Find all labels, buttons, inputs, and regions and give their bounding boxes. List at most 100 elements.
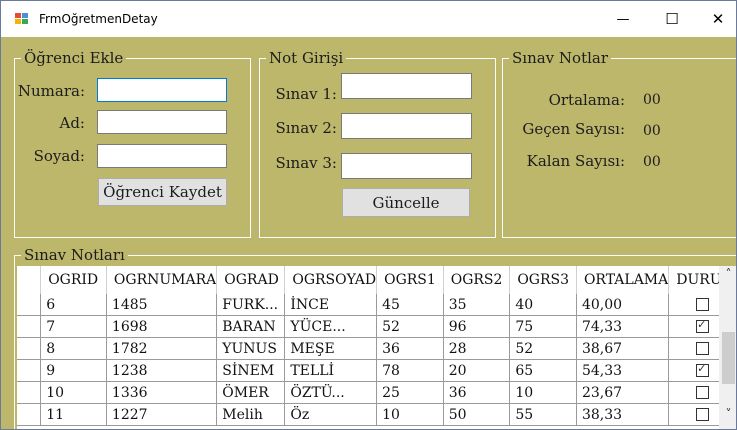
- durum-checkbox[interactable]: [696, 362, 710, 377]
- cell-ortalama[interactable]: 40,00: [576, 294, 670, 316]
- table-row[interactable]: 7 1698 BARAN YÜCE... 52 96 75 74,33: [17, 315, 736, 338]
- cell-ogrsoyad[interactable]: YÜCE...: [284, 315, 378, 338]
- numara-label: Numara:: [17, 82, 85, 100]
- cell-ogrs2[interactable]: 96: [443, 315, 511, 338]
- durum-checkbox[interactable]: [696, 386, 710, 399]
- vertical-scrollbar[interactable]: ˄ ˅: [719, 266, 736, 429]
- column-header-ogrnumara[interactable]: OGRNUMARA: [106, 266, 218, 294]
- row-header-cell[interactable]: [17, 337, 42, 360]
- cell-ogrs1[interactable]: 36: [376, 337, 444, 360]
- minimize-icon[interactable]: —: [600, 1, 646, 37]
- cell-ogrid[interactable]: 10: [40, 381, 107, 404]
- sinav3-input[interactable]: [341, 153, 472, 179]
- column-header-ogrsoyad[interactable]: OGRSOYAD: [284, 266, 378, 294]
- table-row[interactable]: 10 1336 ÖMER ÖZTÜ... 25 36 10 23,67: [17, 381, 736, 404]
- maximize-icon[interactable]: ☐: [649, 1, 695, 37]
- cell-ogrs1[interactable]: 45: [376, 294, 444, 316]
- ad-input[interactable]: [97, 110, 227, 134]
- cell-ogrs2[interactable]: 28: [443, 337, 511, 360]
- cell-ogrs2[interactable]: 20: [443, 359, 511, 382]
- cell-ogrs3[interactable]: 55: [509, 403, 577, 426]
- cell-ogrid[interactable]: 9: [40, 359, 107, 382]
- durum-checkbox[interactable]: [696, 318, 710, 333]
- cell-ogrsoyad[interactable]: İNCE: [284, 294, 378, 316]
- table-row[interactable]: 9 1238 SİNEM TELLİ 78 20 65 54,33: [17, 359, 736, 382]
- cell-ogrnumara[interactable]: 1698: [106, 315, 218, 338]
- gecen-sayisi-value: 00: [643, 123, 661, 139]
- column-header-ogrs1[interactable]: OGRS1: [376, 266, 444, 294]
- sinav1-label: Sınav 1:: [275, 85, 337, 103]
- cell-ortalama[interactable]: 23,67: [576, 381, 670, 404]
- cell-ograd[interactable]: FURK...: [216, 294, 286, 316]
- cell-ogrnumara[interactable]: 1782: [106, 337, 218, 360]
- cell-ogrsoyad[interactable]: TELLİ: [284, 359, 378, 382]
- durum-checkbox[interactable]: [696, 342, 710, 355]
- cell-ogrs1[interactable]: 78: [376, 359, 444, 382]
- cell-ogrs2[interactable]: 36: [443, 381, 511, 404]
- table-row[interactable]: 11 1227 Melih Öz 10 50 55 38,33: [17, 403, 736, 426]
- row-header-cell[interactable]: [17, 359, 42, 382]
- column-header-ogrid[interactable]: OGRID: [40, 266, 107, 294]
- guncelle-button[interactable]: Güncelle: [342, 188, 470, 217]
- durum-checkbox[interactable]: [696, 298, 710, 311]
- cell-ograd[interactable]: SİNEM: [216, 359, 286, 382]
- cell-ograd[interactable]: Melih: [216, 403, 286, 426]
- sinav-notlari-title: Sınav Notları: [21, 246, 128, 264]
- cell-ogrs3[interactable]: 40: [509, 294, 577, 316]
- cell-ogrid[interactable]: 6: [40, 294, 107, 316]
- scroll-up-icon[interactable]: ˄: [719, 266, 736, 283]
- cell-ograd[interactable]: ÖMER: [216, 381, 286, 404]
- scrollbar-thumb[interactable]: [722, 332, 735, 384]
- cell-ogrnumara[interactable]: 1238: [106, 359, 218, 382]
- cell-ogrs3[interactable]: 65: [509, 359, 577, 382]
- cell-ogrsoyad[interactable]: ÖZTÜ...: [284, 381, 378, 404]
- column-header-ortalama[interactable]: ORTALAMA: [576, 266, 670, 294]
- cell-ograd[interactable]: YUNUS: [216, 337, 286, 360]
- cell-ogrs2[interactable]: 50: [443, 403, 511, 426]
- kalan-sayisi-label: Kalan Sayısı:: [526, 152, 625, 170]
- cell-ortalama[interactable]: 54,33: [576, 359, 670, 382]
- column-header-ograd[interactable]: OGRAD: [216, 266, 286, 294]
- cell-ogrs1[interactable]: 10: [376, 403, 444, 426]
- cell-ogrsoyad[interactable]: Öz: [284, 403, 378, 426]
- cell-ogrs3[interactable]: 10: [509, 381, 577, 404]
- cell-ogrs1[interactable]: 52: [376, 315, 444, 338]
- cell-ortalama[interactable]: 74,33: [576, 315, 670, 338]
- row-header-cell[interactable]: [17, 315, 42, 338]
- sinav-notlar-title: Sınav Notlar: [509, 49, 612, 67]
- table-row[interactable]: 8 1782 YUNUS MEŞE 36 28 52 38,67: [17, 337, 736, 360]
- column-header-ogrs2[interactable]: OGRS2: [443, 266, 511, 294]
- title-bar: FrmOğretmenDetay — ☐ ✕: [1, 1, 736, 37]
- close-icon[interactable]: ✕: [695, 1, 736, 37]
- row-header-cell[interactable]: [17, 403, 42, 426]
- cell-ogrid[interactable]: 7: [40, 315, 107, 338]
- cell-ogrs1[interactable]: 25: [376, 381, 444, 404]
- sinav-notlari-grid[interactable]: OGRID OGRNUMARA OGRAD OGRSOYAD OGRS1 OGR…: [17, 266, 736, 429]
- cell-ogrid[interactable]: 8: [40, 337, 107, 360]
- scroll-down-icon[interactable]: ˅: [719, 406, 736, 423]
- ogrenci-kaydet-button[interactable]: Öğrenci Kaydet: [98, 178, 227, 206]
- cell-ograd[interactable]: BARAN: [216, 315, 286, 338]
- sinav2-input[interactable]: [341, 113, 472, 139]
- cell-ogrs2[interactable]: 35: [443, 294, 511, 316]
- cell-ogrnumara[interactable]: 1336: [106, 381, 218, 404]
- grid-header-row: OGRID OGRNUMARA OGRAD OGRSOYAD OGRS1 OGR…: [17, 266, 736, 294]
- cell-ogrs3[interactable]: 75: [509, 315, 577, 338]
- cell-ogrid[interactable]: 11: [40, 403, 107, 426]
- row-header-corner[interactable]: [17, 266, 42, 294]
- table-row[interactable]: 6 1485 FURK... İNCE 45 35 40 40,00: [17, 294, 736, 316]
- durum-checkbox[interactable]: [696, 408, 710, 421]
- sinav1-input[interactable]: [341, 73, 472, 99]
- cell-ortalama[interactable]: 38,33: [576, 403, 670, 426]
- cell-ogrs3[interactable]: 52: [509, 337, 577, 360]
- column-header-ogrs3[interactable]: OGRS3: [509, 266, 577, 294]
- soyad-input[interactable]: [97, 144, 227, 168]
- cell-ogrnumara[interactable]: 1485: [106, 294, 218, 316]
- cell-ogrnumara[interactable]: 1227: [106, 403, 218, 426]
- row-header-cell[interactable]: [17, 294, 42, 316]
- row-header-cell[interactable]: [17, 381, 42, 404]
- cell-ogrsoyad[interactable]: MEŞE: [284, 337, 378, 360]
- cell-ortalama[interactable]: 38,67: [576, 337, 670, 360]
- numara-input[interactable]: [97, 78, 227, 102]
- grid-body: 6 1485 FURK... İNCE 45 35 40 40,00 7 1698 BARAN YÜC…: [17, 294, 736, 426]
